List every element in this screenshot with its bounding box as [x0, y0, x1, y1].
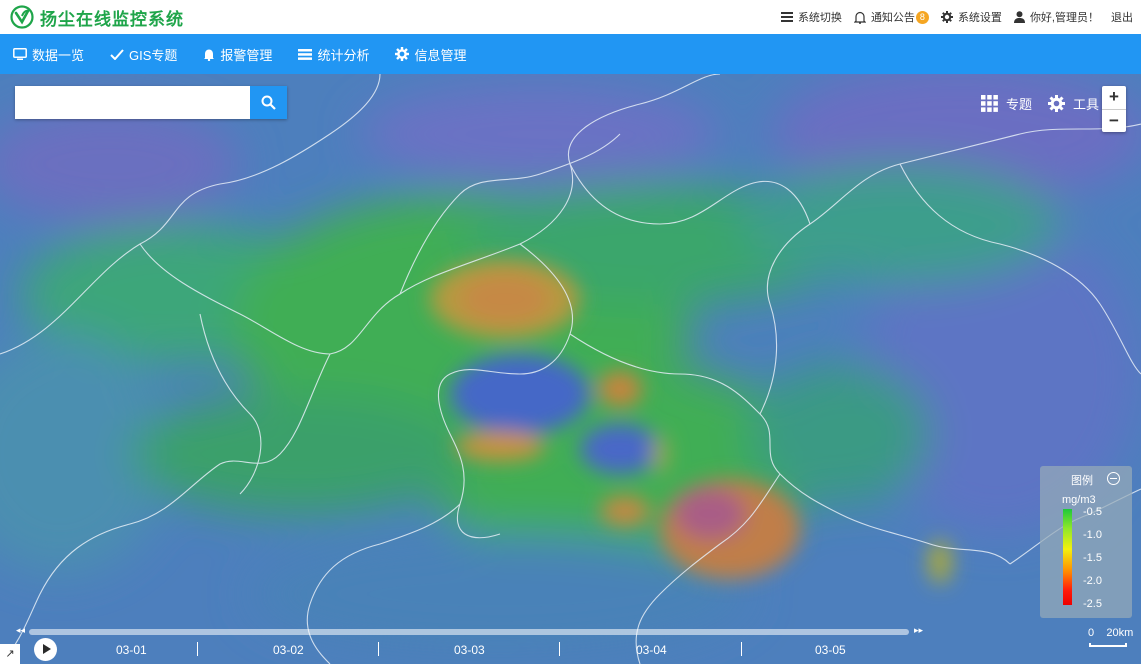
legend-tick: -1.5	[1083, 552, 1102, 564]
bell-icon	[853, 11, 866, 24]
timeline-date[interactable]: 03-02	[273, 643, 304, 657]
system-settings-button[interactable]: 系统设置	[940, 9, 1002, 25]
nav-label: 统计分析	[317, 47, 370, 63]
list-icon	[780, 12, 793, 22]
legend-tick: -0.5	[1083, 506, 1102, 518]
gear-icon	[1047, 95, 1065, 112]
timeline-next-button[interactable]: ▸▸	[914, 625, 923, 636]
notice-button[interactable]: 通知公告 8	[853, 9, 929, 25]
nav-item-data-overview[interactable]: 数据一览	[0, 34, 97, 74]
logo-icon	[10, 5, 34, 29]
legend-tick: -1.0	[1083, 529, 1102, 541]
greeting-text: 你好,管理员！	[1029, 12, 1099, 24]
legend-collapse-icon[interactable]	[1107, 472, 1120, 485]
nav-item-gis[interactable]: GIS专题	[97, 34, 190, 74]
timeline-track[interactable]	[29, 629, 909, 635]
map-toolbar: 专题 工具	[965, 94, 1099, 113]
top-bar: 扬尘在线监控系统 系统切换 通知公告 8 系统设置 你好,管理员！ 退出	[0, 0, 1141, 34]
legend-tick: -2.5	[1083, 598, 1102, 610]
nav-label: GIS专题	[129, 47, 178, 63]
system-settings-label: 系统设置	[957, 12, 1002, 24]
nav-label: 信息管理	[414, 47, 467, 63]
gis-map[interactable]: 专题 工具 + − 图例 mg/m3 -0.5 -1.0 -1.5 -2.0 -…	[0, 74, 1141, 664]
nav-label: 报警管理	[220, 47, 273, 63]
nav-label: 数据一览	[32, 47, 85, 63]
zoom-out-button[interactable]: −	[1102, 109, 1126, 132]
grid-icon	[980, 95, 998, 112]
top-menu: 系统切换 通知公告 8 系统设置 你好,管理员！ 退出	[769, 0, 1133, 34]
logout-link[interactable]: 退出	[1111, 9, 1133, 25]
notice-label: 通知公告	[870, 12, 915, 24]
search-button[interactable]	[250, 86, 287, 119]
gear-icon	[940, 11, 953, 23]
bell-icon	[204, 49, 215, 61]
app-title: 扬尘在线监控系统	[40, 9, 184, 29]
monitor-icon	[13, 48, 27, 60]
app-logo: 扬尘在线监控系统	[10, 5, 184, 30]
nav-item-statistics[interactable]: 统计分析	[285, 34, 382, 74]
topic-button[interactable]: 专题	[980, 94, 1032, 113]
search-input[interactable]	[15, 86, 250, 119]
legend-ticks: -0.5 -1.0 -1.5 -2.0 -2.5	[1083, 506, 1102, 621]
system-switch-button[interactable]: 系统切换	[780, 9, 842, 25]
check-icon	[110, 48, 124, 60]
main-nav: 数据一览 GIS专题 报警管理 统计分析 信息管理	[0, 34, 1141, 74]
notice-badge: 8	[915, 10, 929, 24]
play-button[interactable]	[34, 638, 57, 661]
gear-icon	[395, 47, 410, 61]
timeline-separator	[741, 642, 742, 656]
nav-item-alarm[interactable]: 报警管理	[190, 34, 285, 74]
timeline-date[interactable]: 03-05	[815, 643, 846, 657]
legend-tick: -2.0	[1083, 575, 1102, 587]
topic-label: 专题	[1005, 97, 1032, 112]
user-icon	[1013, 11, 1025, 23]
timeline-date[interactable]: 03-03	[454, 643, 485, 657]
time-slider: ◂◂ ▸▸ 03-01 03-02 03-03 03-04 03-05	[0, 622, 1141, 664]
dust-heatmap	[0, 74, 1141, 664]
map-search	[15, 86, 287, 119]
zoom-in-button[interactable]: +	[1102, 86, 1126, 109]
map-legend: 图例 mg/m3 -0.5 -1.0 -1.5 -2.0 -2.5	[1040, 466, 1132, 618]
timeline-date[interactable]: 03-01	[116, 643, 147, 657]
tools-label: 工具	[1072, 97, 1099, 112]
nav-item-info[interactable]: 信息管理	[382, 34, 479, 74]
expand-corner-icon[interactable]: ↗	[0, 644, 20, 664]
timeline-separator	[559, 642, 560, 656]
search-icon	[261, 95, 276, 110]
legend-title: 图例	[1071, 475, 1093, 487]
timeline-separator	[197, 642, 198, 656]
legend-unit: mg/m3	[1062, 494, 1096, 506]
legend-color-ramp	[1063, 509, 1072, 605]
system-switch-label: 系统切换	[797, 12, 842, 24]
timeline-date[interactable]: 03-04	[636, 643, 667, 657]
zoom-control: + −	[1102, 86, 1126, 132]
user-greeting: 你好,管理员！	[1013, 9, 1099, 25]
list-icon	[298, 48, 313, 60]
timeline-separator	[378, 642, 379, 656]
tools-button[interactable]: 工具	[1047, 94, 1099, 113]
timeline-prev-button[interactable]: ◂◂	[16, 625, 25, 636]
